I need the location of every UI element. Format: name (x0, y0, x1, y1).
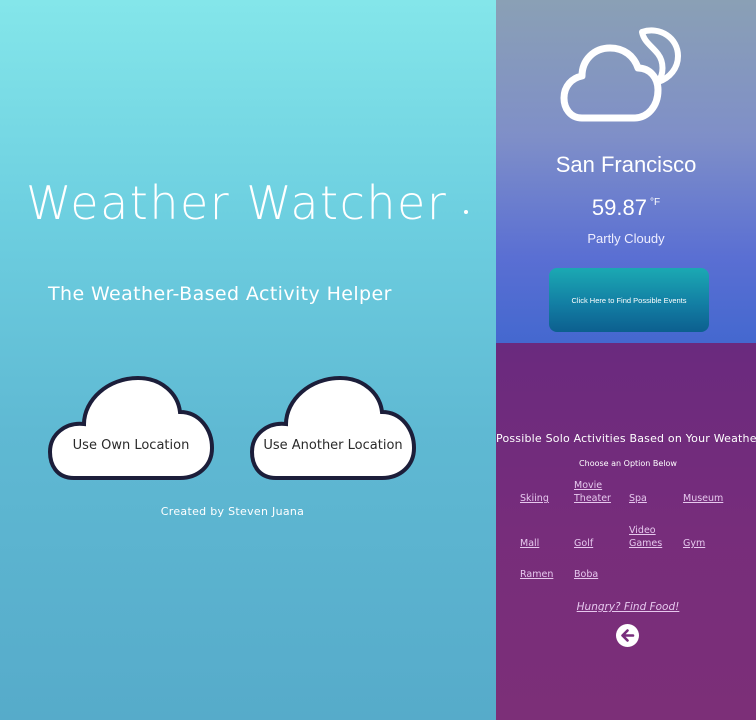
arrow-left-icon (621, 629, 635, 642)
temperature-value: 59.87 (591, 195, 647, 220)
activity-spa[interactable]: Spa (629, 492, 647, 505)
weather-panel: San Francisco 59.87 °F Partly Cloudy Clic… (496, 0, 756, 343)
use-own-location-button[interactable]: Use Own Location (48, 372, 214, 482)
activity-museum[interactable]: Museum (683, 492, 723, 505)
activities-panel: Possible Solo Activities Based on Your W… (496, 343, 756, 720)
find-events-button[interactable]: Click Here to Find Possible Events (549, 268, 709, 332)
activity-video-games[interactable]: Video Games (629, 524, 669, 550)
cloud-moon-icon (560, 27, 681, 122)
find-food-link[interactable]: Hungry? Find Food! (496, 601, 756, 613)
another-location-label: Use Another Location (263, 438, 403, 453)
activity-movie-theater[interactable]: Movie Theater (574, 479, 618, 505)
weather-condition: Partly Cloudy (587, 231, 665, 246)
use-another-location-button[interactable]: Use Another Location (250, 372, 416, 482)
temperature-unit: °F (649, 197, 661, 208)
own-location-label: Use Own Location (72, 438, 190, 453)
activity-ramen[interactable]: Ramen (520, 568, 553, 581)
app-title: Weather Watcher (26, 176, 448, 230)
title-dot (464, 210, 468, 214)
city-name: San Francisco (555, 152, 697, 177)
cloud-shape-icon (48, 375, 214, 480)
app-subtitle: The Weather-Based Activity Helper (48, 283, 392, 305)
landing-panel: Weather Watcher The Weather-Based Activi… (0, 0, 496, 720)
activity-mall[interactable]: Mall (520, 537, 539, 550)
activity-golf[interactable]: Golf (574, 537, 593, 550)
back-button[interactable] (616, 624, 639, 647)
credit-text: Created by Steven Juana (160, 505, 305, 518)
activities-title: Possible Solo Activities Based on Your W… (496, 432, 756, 445)
temperature: 59.87 °F (496, 195, 756, 221)
activity-gym[interactable]: Gym (683, 537, 705, 550)
activity-boba[interactable]: Boba (574, 568, 598, 581)
cloud-shape-icon (250, 375, 416, 480)
activities-subtitle: Choose an Option Below (579, 459, 677, 468)
activity-skiing[interactable]: Skiing (520, 492, 549, 505)
